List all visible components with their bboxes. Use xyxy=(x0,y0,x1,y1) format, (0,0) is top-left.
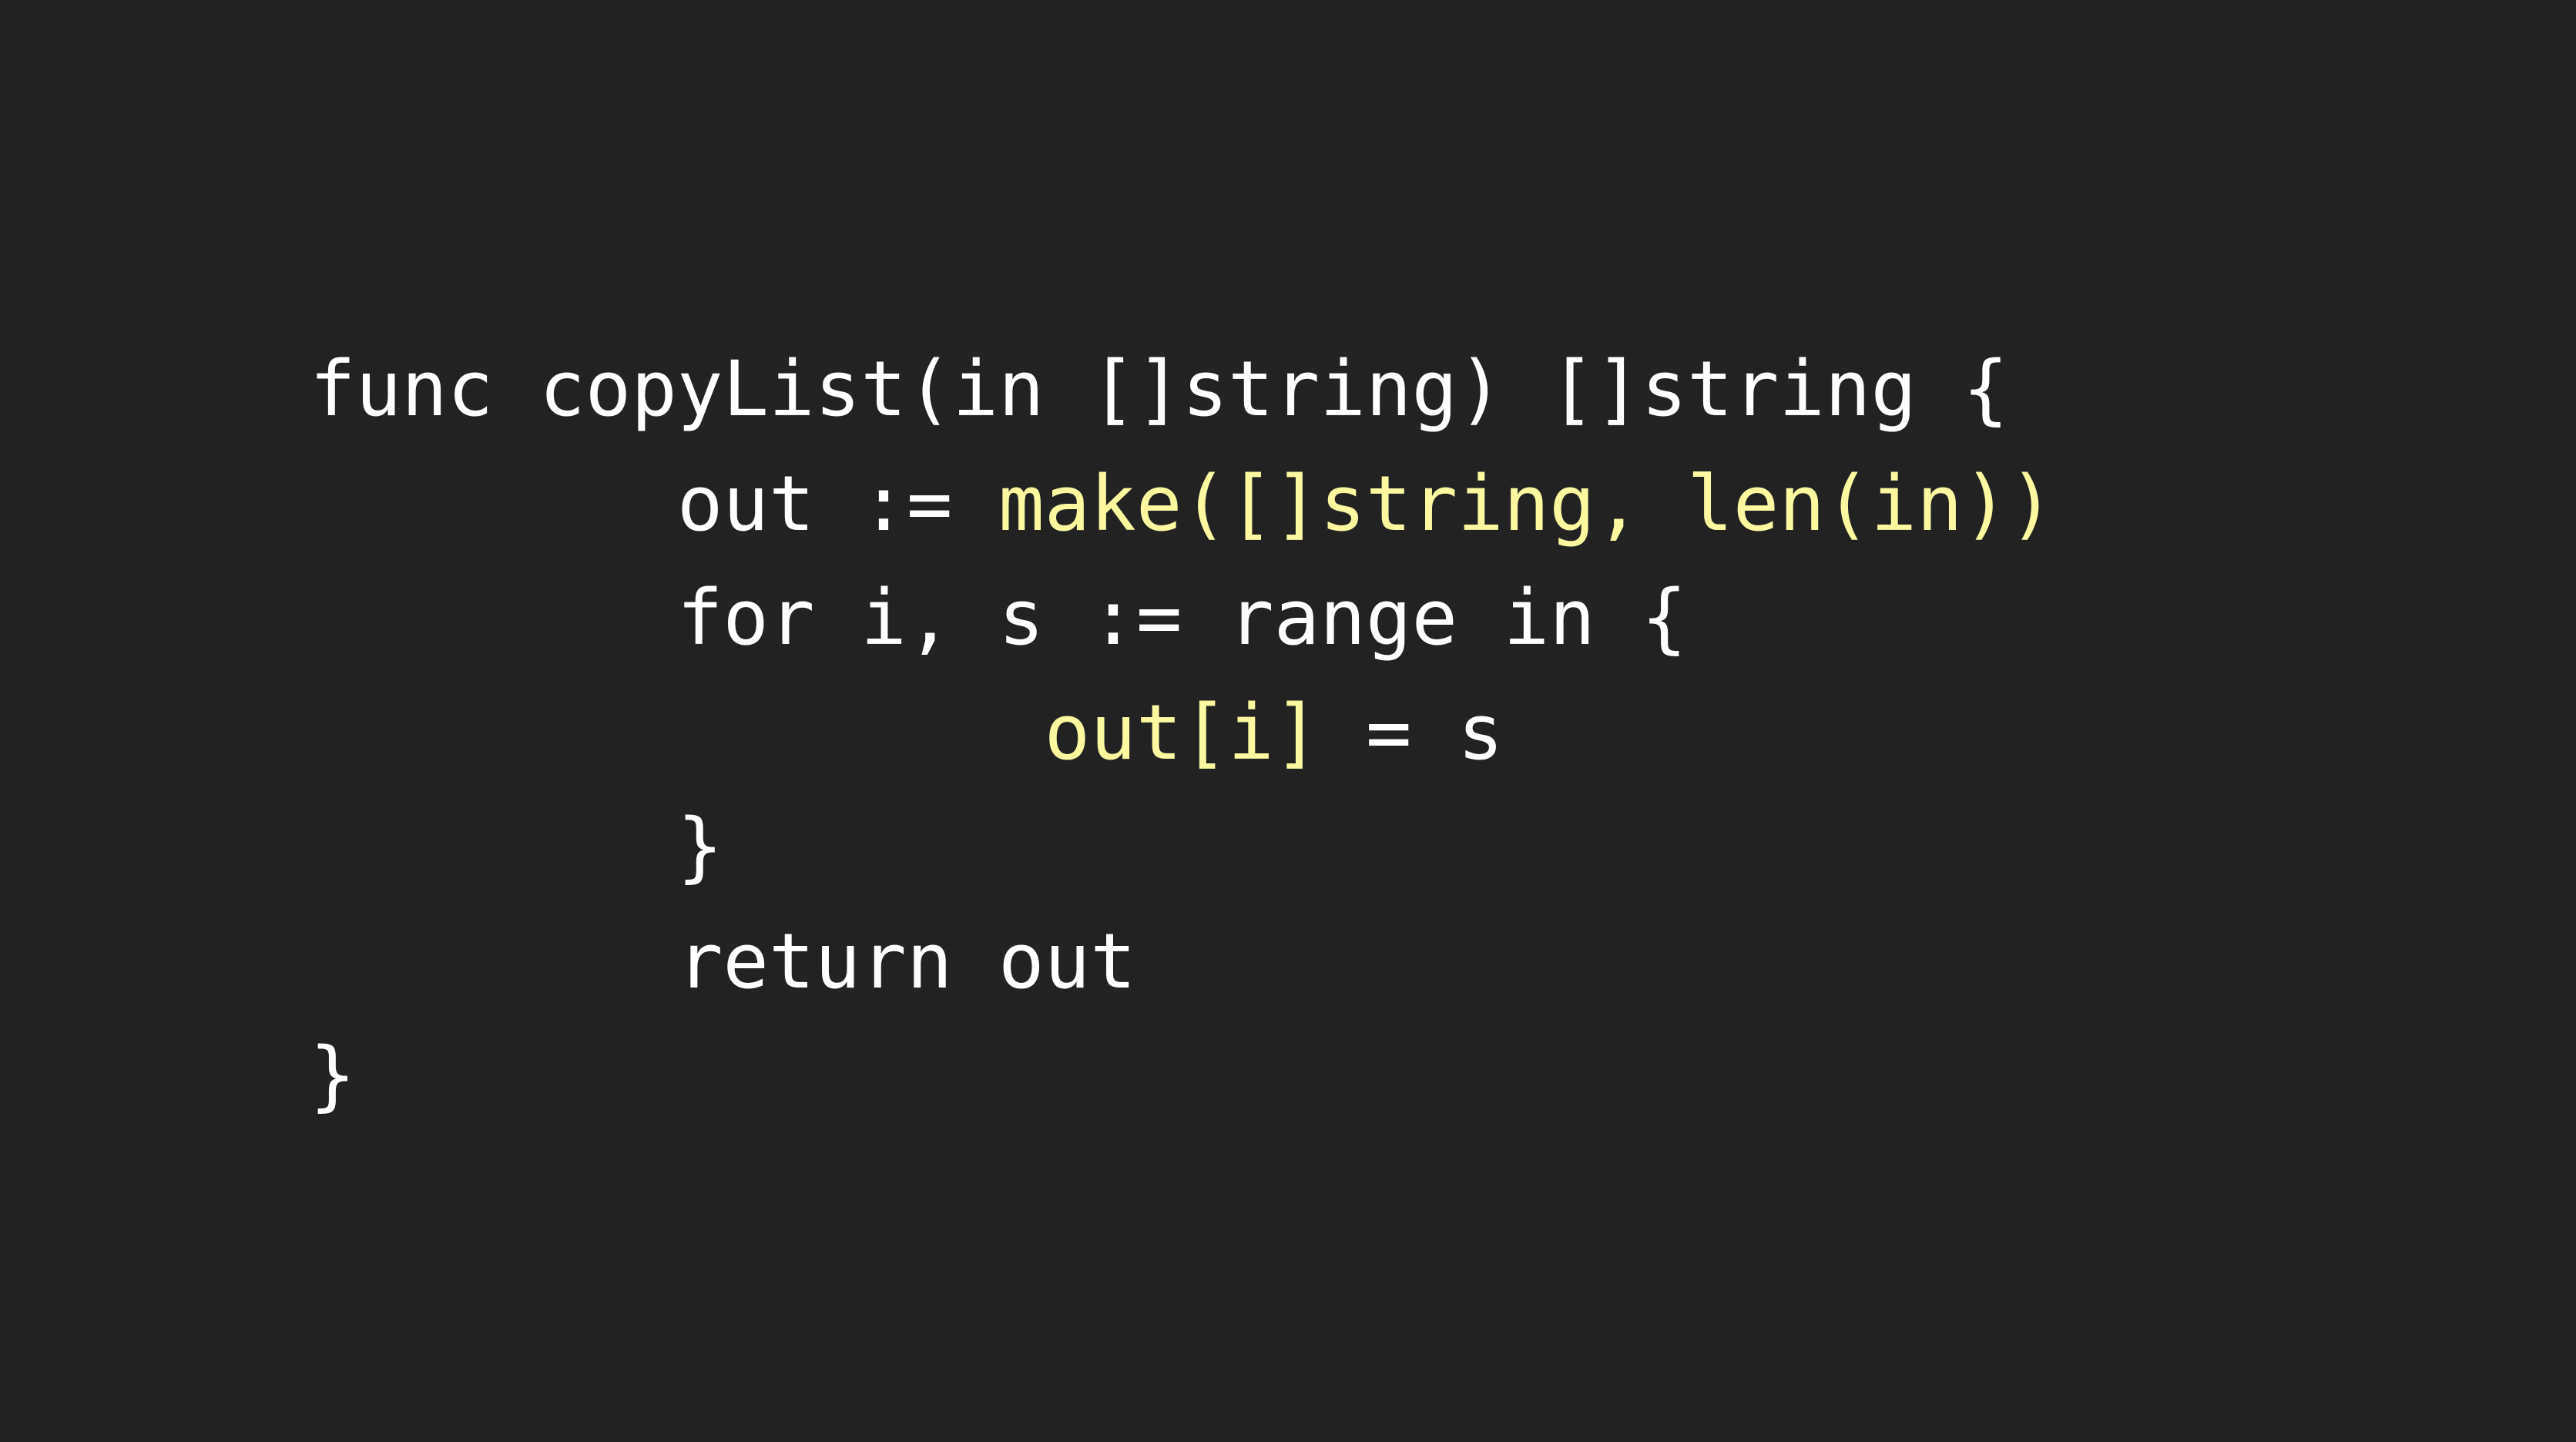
loop-close-brace: } xyxy=(676,803,723,891)
code-slide: func copyList(in []string) []string { ou… xyxy=(0,0,2576,1442)
code-line-4: out[i] = s xyxy=(310,676,2054,791)
index-assignment-highlight: out[i] xyxy=(1044,688,1320,777)
code-line-6: return out xyxy=(310,905,2054,1020)
assignment-value: = s xyxy=(1320,688,1504,777)
for-range-loop: for i, s := range in { xyxy=(676,574,1688,662)
code-line-2: out := make([]string, len(in)) xyxy=(310,448,2054,562)
code-line-1: func copyList(in []string) []string { xyxy=(310,333,2054,448)
func-close-brace: } xyxy=(310,1031,356,1120)
code-line-3: for i, s := range in { xyxy=(310,562,2054,676)
code-line-7: } xyxy=(310,1019,2054,1134)
return-statement: return out xyxy=(676,917,1136,1006)
make-call-highlight: make([]string, len(in)) xyxy=(998,459,2054,548)
code-block: func copyList(in []string) []string { ou… xyxy=(310,333,2054,1134)
code-line-5: } xyxy=(310,790,2054,905)
out-assignment: out := xyxy=(676,459,999,548)
func-signature: func copyList(in []string) []string { xyxy=(310,345,2009,434)
